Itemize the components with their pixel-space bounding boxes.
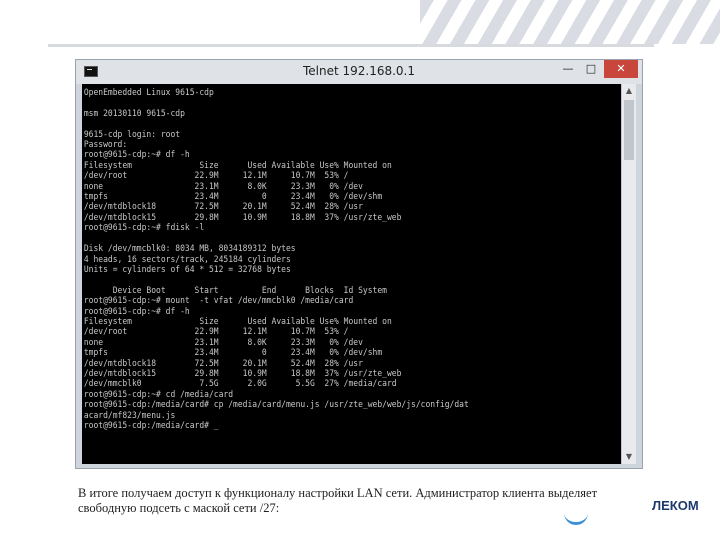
- scrollbar-thumb[interactable]: [624, 100, 634, 160]
- scroll-down-icon[interactable]: ▼: [622, 450, 636, 464]
- telnet-window: Telnet 192.168.0.1 — □ ✕ OpenEmbedded Li…: [75, 59, 643, 469]
- decorative-stripes: [420, 0, 720, 44]
- brand-logo-text: ЛЕКОМ: [652, 498, 699, 513]
- minimize-button[interactable]: —: [558, 60, 578, 78]
- terminal-output: OpenEmbedded Linux 9615-cdp msm 20130110…: [83, 88, 469, 431]
- caption-line-1: В итоге получаем доступ к функционалу на…: [78, 486, 598, 500]
- scroll-up-icon[interactable]: ▲: [622, 84, 636, 98]
- terminal-console[interactable]: OpenEmbedded Linux 9615-cdp msm 20130110…: [82, 84, 623, 464]
- maximize-button[interactable]: □: [580, 60, 602, 78]
- caption-line-2: свободную подсеть с маской сети /27:: [78, 501, 280, 515]
- vertical-scrollbar[interactable]: ▲ ▼: [621, 84, 636, 464]
- close-button[interactable]: ✕: [604, 60, 638, 78]
- window-titlebar[interactable]: Telnet 192.168.0.1 — □ ✕: [76, 60, 642, 84]
- slide-caption: В итоге получаем доступ к функционалу на…: [78, 486, 638, 516]
